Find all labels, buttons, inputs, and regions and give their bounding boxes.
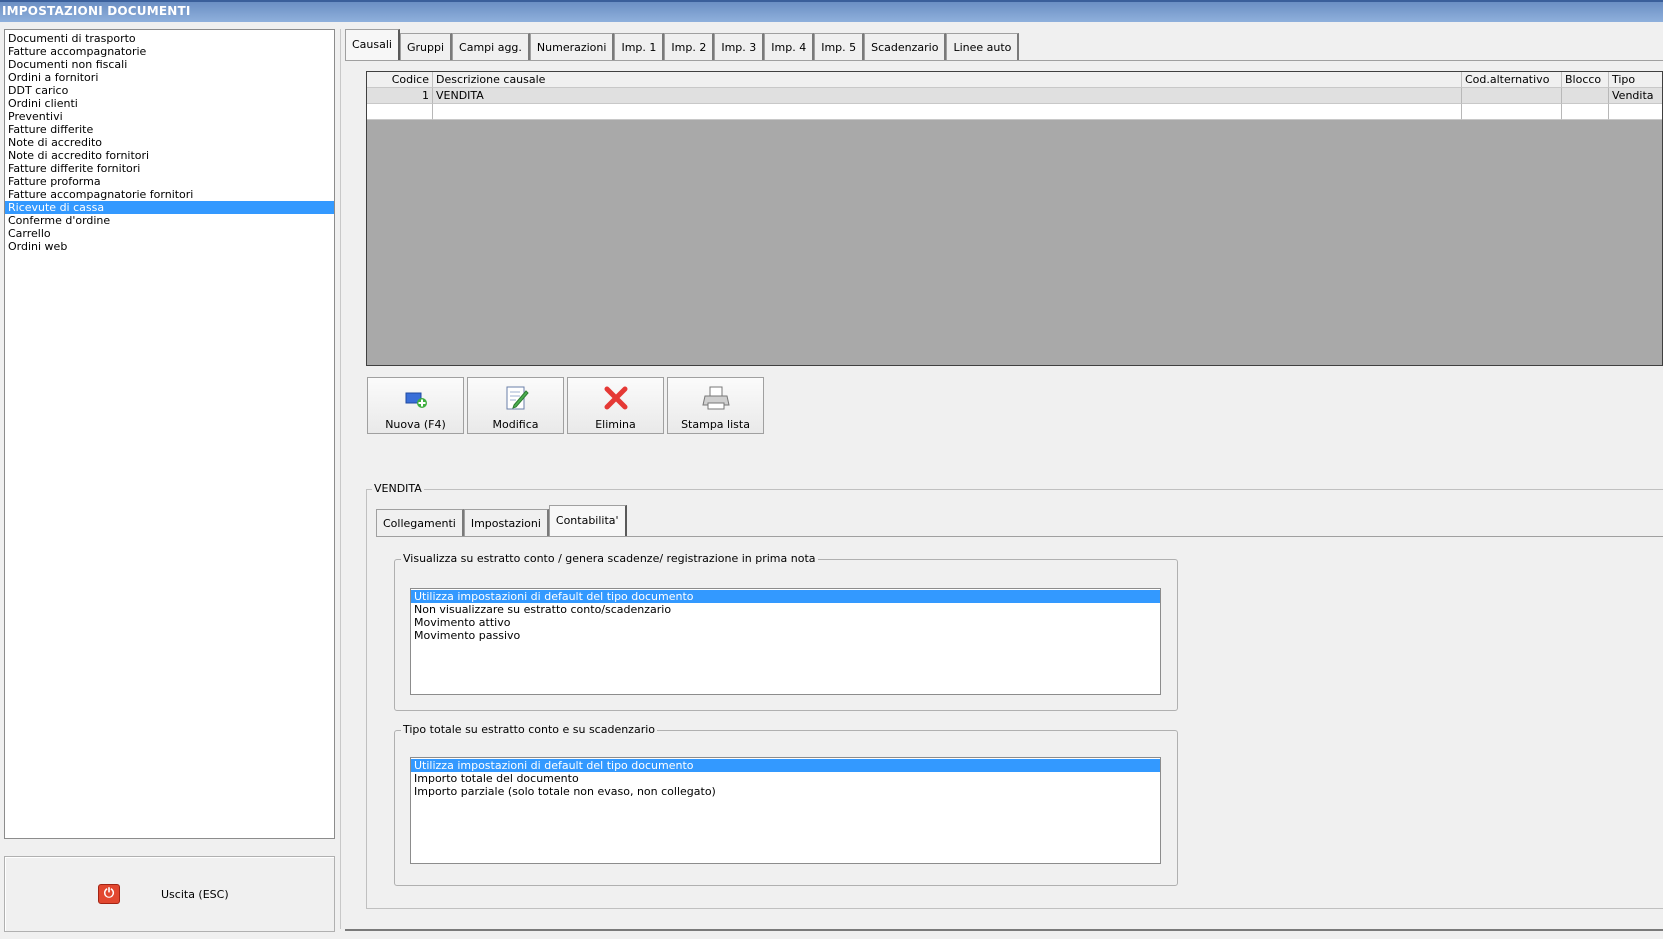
list-item[interactable]: Fatture proforma — [5, 175, 334, 188]
column-header-blocco[interactable]: Blocco — [1562, 72, 1609, 88]
list-item[interactable]: Fatture accompagnatorie fornitori — [5, 188, 334, 201]
new-button-label: Nuova (F4) — [385, 418, 446, 431]
detail-panel-title: VENDITA — [372, 482, 424, 495]
delete-x-icon — [604, 386, 628, 410]
list-item[interactable]: Note di accredito — [5, 136, 334, 149]
detail-tab-bar: Collegamenti Impostazioni Contabilita' — [376, 505, 627, 537]
window-title: IMPOSTAZIONI DOCUMENTI — [2, 4, 191, 18]
document-type-list[interactable]: Documenti di trasporto Fatture accompagn… — [4, 29, 335, 839]
list-item[interactable]: Fatture accompagnatorie — [5, 45, 334, 58]
delete-button[interactable]: Elimina — [567, 377, 664, 434]
bottom-divider — [345, 929, 1663, 931]
cell-blocco[interactable] — [1562, 104, 1609, 120]
delete-button-label: Elimina — [595, 418, 636, 431]
tab-impostazioni[interactable]: Impostazioni — [463, 509, 549, 537]
list-item-selected[interactable]: Utilizza impostazioni di default del tip… — [411, 590, 1160, 603]
cell-descrizione[interactable]: VENDITA — [433, 88, 1462, 104]
list-item[interactable]: Documenti di trasporto — [5, 32, 334, 45]
tab-bar-border — [345, 60, 1663, 61]
cell-descrizione[interactable] — [433, 104, 1462, 120]
list-item-selected[interactable]: Ricevute di cassa — [5, 201, 334, 214]
tab-gruppi[interactable]: Gruppi — [399, 33, 453, 61]
printer-icon — [702, 386, 730, 410]
print-button-label: Stampa lista — [681, 418, 750, 431]
tab-imp-5[interactable]: Imp. 5 — [814, 33, 865, 61]
print-button[interactable]: Stampa lista — [667, 377, 764, 434]
list-item[interactable]: Movimento passivo — [411, 629, 1160, 642]
main-tab-bar: Causali Gruppi Campi agg. Numerazioni Im… — [345, 29, 1020, 61]
cell-cod-alternativo[interactable] — [1462, 104, 1562, 120]
list-item[interactable]: Fatture differite fornitori — [5, 162, 334, 175]
tab-imp-4[interactable]: Imp. 4 — [764, 33, 815, 61]
cell-codice[interactable] — [367, 104, 433, 120]
cell-codice[interactable]: 1 — [367, 88, 433, 104]
column-header-codice[interactable]: Codice — [367, 72, 433, 88]
estratto-conto-group: Visualizza su estratto conto / genera sc… — [394, 552, 1178, 711]
tab-linee-auto[interactable]: Linee auto — [946, 33, 1020, 61]
tab-collegamenti[interactable]: Collegamenti — [376, 509, 464, 537]
list-item[interactable]: Movimento attivo — [411, 616, 1160, 629]
cell-tipo[interactable]: Vendita — [1609, 88, 1662, 104]
edit-button[interactable]: Modifica — [467, 377, 564, 434]
list-item[interactable]: Importo parziale (solo totale non evaso,… — [411, 785, 1160, 798]
new-row[interactable] — [367, 104, 1662, 120]
list-item[interactable]: Fatture differite — [5, 123, 334, 136]
power-icon: ⏻ — [98, 884, 120, 904]
tab-contabilita[interactable]: Contabilita' — [548, 505, 627, 537]
list-item[interactable]: Ordini a fornitori — [5, 71, 334, 84]
column-header-cod-alternativo[interactable]: Cod.alternativo — [1462, 72, 1562, 88]
tipo-totale-group-legend: Tipo totale su estratto conto e su scade… — [401, 723, 658, 736]
tab-campi-agg[interactable]: Campi agg. — [452, 33, 530, 61]
tab-numerazioni[interactable]: Numerazioni — [529, 33, 615, 61]
list-item[interactable]: Carrello — [5, 227, 334, 240]
tipo-totale-listbox[interactable]: Utilizza impostazioni di default del tip… — [410, 757, 1161, 864]
list-item[interactable]: Ordini clienti — [5, 97, 334, 110]
cell-tipo[interactable] — [1609, 104, 1662, 120]
edit-document-icon — [506, 386, 529, 410]
list-item[interactable]: Note di accredito fornitori — [5, 149, 334, 162]
new-button[interactable]: Nuova (F4) — [367, 377, 464, 434]
panel-divider — [340, 29, 341, 929]
column-header-tipo[interactable]: Tipo — [1609, 72, 1662, 88]
list-item[interactable]: DDT carico — [5, 84, 334, 97]
estratto-conto-group-legend: Visualizza su estratto conto / genera sc… — [401, 552, 818, 565]
list-item-selected[interactable]: Utilizza impostazioni di default del tip… — [411, 759, 1160, 772]
tab-causali[interactable]: Causali — [345, 29, 400, 61]
list-item[interactable]: Non visualizzare su estratto conto/scade… — [411, 603, 1160, 616]
cell-blocco[interactable] — [1562, 88, 1609, 104]
column-header-descrizione[interactable]: Descrizione causale — [433, 72, 1462, 88]
tipo-totale-group: Tipo totale su estratto conto e su scade… — [394, 723, 1178, 886]
causali-grid[interactable]: Codice Descrizione causale Cod.alternati… — [366, 71, 1663, 366]
window-title-bar: IMPOSTAZIONI DOCUMENTI — [0, 0, 1663, 22]
exit-label: Uscita (ESC) — [161, 888, 229, 901]
list-item[interactable]: Ordini web — [5, 240, 334, 253]
table-row[interactable]: 1 VENDITA Vendita — [367, 88, 1662, 104]
list-item[interactable]: Importo totale del documento — [411, 772, 1160, 785]
exit-button[interactable]: ⏻ Uscita (ESC) — [4, 856, 335, 932]
list-item[interactable]: Preventivi — [5, 110, 334, 123]
tab-imp-3[interactable]: Imp. 3 — [714, 33, 765, 61]
estratto-conto-listbox[interactable]: Utilizza impostazioni di default del tip… — [410, 588, 1161, 695]
tab-scadenzario[interactable]: Scadenzario — [864, 33, 947, 61]
tab-imp-1[interactable]: Imp. 1 — [614, 33, 665, 61]
detail-tab-bar-border — [376, 536, 1663, 537]
grid-header-row: Codice Descrizione causale Cod.alternati… — [367, 72, 1662, 88]
edit-button-label: Modifica — [492, 418, 539, 431]
list-item[interactable]: Conferme d'ordine — [5, 214, 334, 227]
add-document-icon — [405, 392, 427, 408]
tab-imp-2[interactable]: Imp. 2 — [664, 33, 715, 61]
list-item[interactable]: Documenti non fiscali — [5, 58, 334, 71]
cell-cod-alternativo[interactable] — [1462, 88, 1562, 104]
